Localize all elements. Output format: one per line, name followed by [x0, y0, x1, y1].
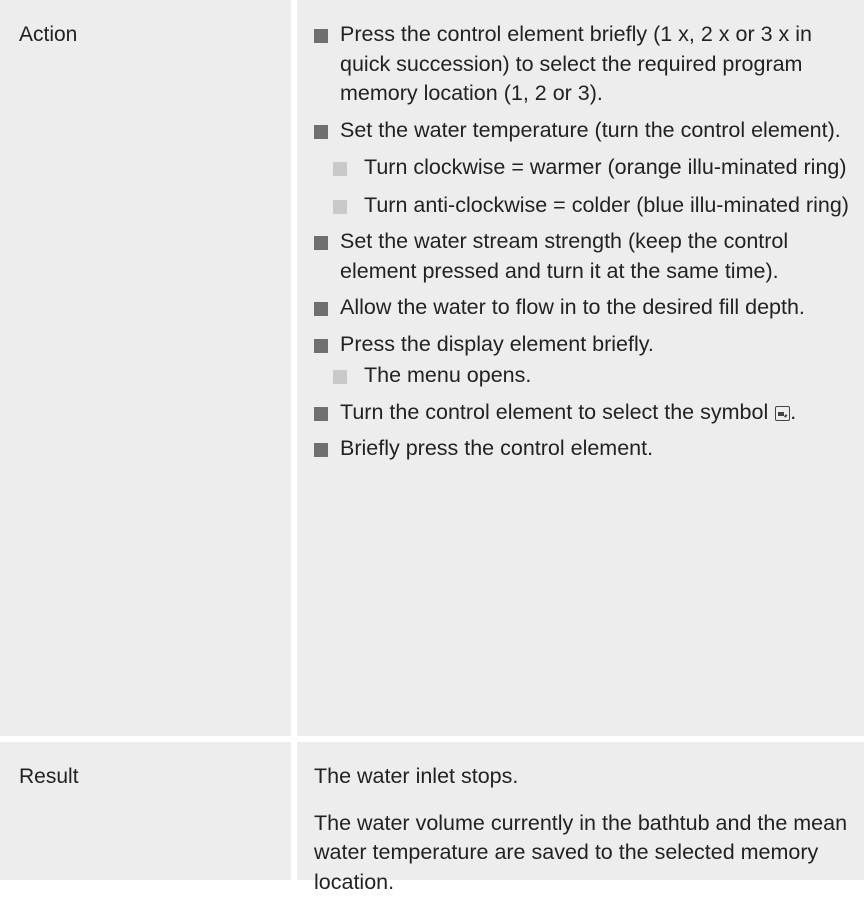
square-bullet-light-icon	[333, 200, 347, 214]
result-label-cell: Result	[0, 742, 291, 880]
square-bullet-icon	[314, 125, 328, 139]
square-bullet-icon	[314, 302, 328, 316]
result-paragraph: The water inlet stops.	[314, 762, 854, 792]
list-item-text: Set the water temperature (turn the cont…	[340, 118, 841, 142]
action-row: Action Press the control element briefly…	[0, 0, 864, 736]
instruction-table: Action Press the control element briefly…	[0, 0, 864, 880]
action-label: Action	[19, 20, 291, 50]
list-item: Allow the water to flow in to the desire…	[297, 293, 864, 323]
action-label-cell: Action	[0, 0, 291, 736]
square-bullet-icon	[314, 407, 328, 421]
sub-list-item: The menu opens.	[297, 361, 864, 391]
action-steps-list: Press the control element briefly (1 x, …	[297, 20, 864, 464]
list-item: Press the display element briefly.	[297, 330, 864, 360]
square-bullet-icon	[314, 443, 328, 457]
list-item: Briefly press the control element.	[297, 434, 864, 464]
sub-list-item: Turn clockwise = warmer (orange illu-min…	[297, 153, 864, 183]
list-item-text: Turn the control element to select the s…	[340, 400, 768, 424]
list-item-text: Turn clockwise = warmer (orange illu-min…	[364, 155, 847, 179]
list-item-text: The menu opens.	[364, 363, 531, 387]
square-bullet-icon	[314, 236, 328, 250]
list-item: Set the water stream strength (keep the …	[297, 227, 864, 286]
save-to-memory-icon	[775, 406, 790, 421]
list-item-text: Briefly press the control element.	[340, 436, 653, 460]
result-paragraph: The water volume currently in the bathtu…	[314, 809, 854, 897]
result-text-cell: The water inlet stops. The water volume …	[297, 742, 864, 880]
result-label: Result	[19, 762, 291, 792]
list-item-trailing-text: .	[790, 400, 796, 424]
list-item-text: Press the display element briefly.	[340, 332, 654, 356]
square-bullet-icon	[314, 29, 328, 43]
list-item: Turn the control element to select the s…	[297, 398, 864, 428]
square-bullet-icon	[314, 339, 328, 353]
square-bullet-light-icon	[333, 370, 347, 384]
list-item-text: Turn anti-clockwise = colder (blue illu-…	[364, 193, 849, 217]
result-text: The water inlet stops. The water volume …	[314, 762, 854, 897]
square-bullet-light-icon	[333, 162, 347, 176]
list-item: Press the control element briefly (1 x, …	[297, 20, 864, 109]
list-item-text: Set the water stream strength (keep the …	[340, 229, 788, 283]
sub-list-item: Turn anti-clockwise = colder (blue illu-…	[297, 191, 864, 221]
list-item-text: Press the control element briefly (1 x, …	[340, 22, 812, 105]
list-item: Set the water temperature (turn the cont…	[297, 116, 864, 146]
action-steps-cell: Press the control element briefly (1 x, …	[297, 0, 864, 736]
result-row: Result The water inlet stops. The water …	[0, 742, 864, 880]
list-item-text: Allow the water to flow in to the desire…	[340, 295, 805, 319]
